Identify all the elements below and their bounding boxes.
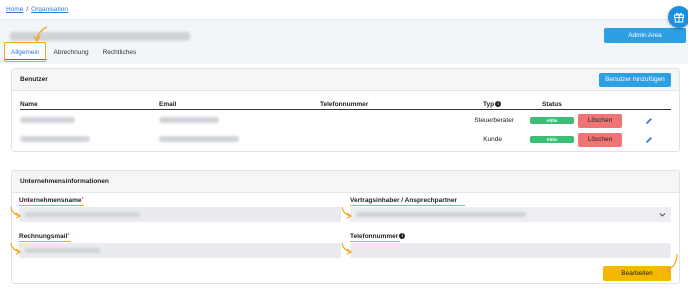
top-bar: Home / Organisation (0, 0, 688, 20)
breadcrumb-organisation-link[interactable]: Organisation (31, 6, 68, 13)
breadcrumb-home-link[interactable]: Home (6, 6, 23, 13)
contract-holder-select[interactable] (350, 207, 671, 222)
row-1-status-badge: Aktiv (530, 117, 574, 124)
required-mark: * (81, 197, 84, 203)
info-icon[interactable]: i (495, 101, 502, 108)
tab-rechtliches[interactable]: Rechtliches (96, 45, 144, 60)
phone-label: Telefonnummer i (350, 233, 406, 240)
annotation-underline (350, 241, 400, 242)
annotation-arrow-icon (341, 242, 353, 255)
company-name-value-redacted (25, 212, 140, 217)
row-2-name-redacted (20, 136, 90, 142)
pencil-icon[interactable] (645, 136, 653, 144)
contract-holder-value-redacted (356, 212, 526, 217)
users-card-title: Benutzer (20, 76, 48, 83)
row-2-email-redacted (159, 136, 239, 142)
breadcrumb: Home / Organisation (6, 6, 68, 13)
column-header-status: Status (542, 101, 562, 108)
annotation-highlight-box (4, 42, 46, 62)
row-1-email-redacted (159, 117, 219, 123)
annotation-underline (350, 205, 465, 206)
row-2-delete-button[interactable]: Löschen (578, 133, 622, 147)
required-mark: * (67, 233, 70, 239)
table-header-divider (20, 109, 671, 110)
annotation-arrow-icon (665, 253, 678, 274)
users-card: Benutzer Benutzer hinzufügen Name Email … (11, 68, 680, 152)
annotation-arrow-icon (10, 242, 22, 255)
billing-mail-value-redacted (25, 248, 100, 253)
company-name-label: Unternehmensname* (19, 197, 83, 204)
add-user-button[interactable]: Benutzer hinzufügen (599, 73, 671, 87)
company-info-card-header: Unternehmensinformationen (12, 171, 679, 193)
company-name-field[interactable] (19, 207, 341, 222)
column-header-type: Typ i (483, 101, 502, 108)
row-2-type: Kunde (483, 136, 502, 143)
row-1-name-redacted (20, 117, 75, 123)
column-header-phone: Telefonnummer (320, 101, 369, 108)
phone-label-text: Telefonnummer (350, 233, 399, 240)
company-info-card-title: Unternehmensinformationen (20, 178, 109, 185)
annotation-arrow-icon (10, 206, 22, 219)
row-1-type: Steuerberater (474, 117, 514, 124)
annotation-arrow-icon (341, 206, 353, 219)
chevron-down-icon (659, 213, 666, 217)
contract-holder-label: Vertragsinhaber / Ansprechpartner (350, 197, 458, 204)
billing-mail-label: Rechnungsmail* (19, 233, 69, 240)
company-name-label-text: Unternehmensname (19, 197, 82, 204)
row-1-delete-button[interactable]: Löschen (578, 114, 622, 128)
column-header-email: Email (159, 101, 177, 108)
breadcrumb-separator: / (26, 6, 29, 13)
billing-mail-field[interactable] (19, 243, 341, 258)
users-card-header: Benutzer Benutzer hinzufügen (12, 69, 679, 91)
gift-icon[interactable] (668, 6, 688, 28)
pencil-icon[interactable] (645, 117, 653, 125)
company-info-card: Unternehmensinformationen (11, 170, 680, 284)
annotation-underline (19, 205, 84, 206)
tab-abrechnung[interactable]: Abrechnung (47, 45, 96, 60)
annotation-underline (19, 241, 71, 242)
column-header-name: Name (20, 101, 38, 108)
billing-mail-label-text: Rechnungsmail (19, 233, 68, 240)
phone-field[interactable] (350, 243, 671, 258)
edit-button[interactable]: Bearbeiten (603, 266, 671, 281)
column-header-type-label: Typ (483, 101, 495, 108)
annotation-arrow-icon (33, 26, 48, 43)
admin-area-button[interactable]: Admin Area (604, 28, 686, 43)
info-icon[interactable]: i (399, 233, 406, 240)
row-2-status-badge: Aktiv (530, 136, 574, 143)
